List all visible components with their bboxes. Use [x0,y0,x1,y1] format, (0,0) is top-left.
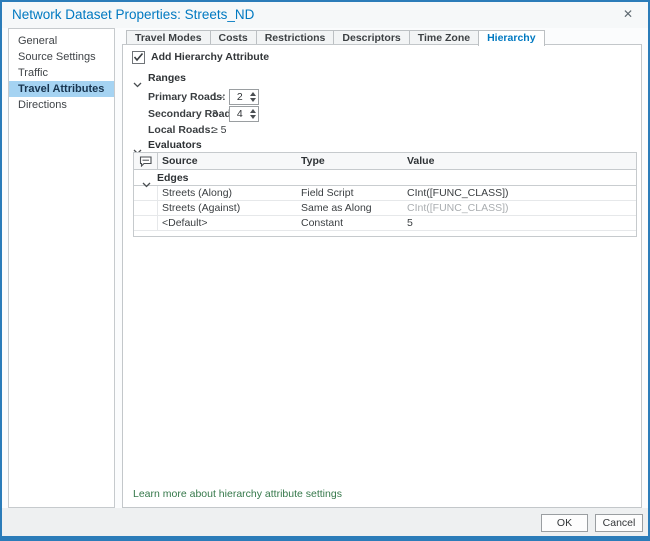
tab-hierarchy[interactable]: Hierarchy [478,30,544,46]
edges-group-row[interactable]: Edges [134,170,636,186]
evaluator-comment-icon [134,153,158,169]
secondary-roads-range-start: 3 - [212,108,224,120]
add-hierarchy-attribute-checkbox[interactable] [132,51,145,64]
sidebar: General Source Settings Traffic Travel A… [8,28,115,508]
local-roads-label: Local Roads: [148,124,212,136]
cell-type[interactable]: Field Script [301,187,407,199]
cell-source[interactable]: Streets (Against) [158,202,301,214]
chevron-down-icon [133,75,142,81]
table-row[interactable]: <Default> Constant 5 [134,216,636,231]
secondary-roads-label: Secondary Roads: [148,108,212,120]
row-icon-cell [134,216,158,230]
close-icon[interactable]: ✕ [620,2,636,28]
edges-group-label: Edges [157,172,189,184]
table-row[interactable]: Streets (Against) Same as Along CInt([FU… [134,201,636,216]
network-dataset-properties-dialog: Network Dataset Properties: Streets_ND ✕… [0,0,650,541]
sidebar-item-directions[interactable]: Directions [9,97,114,113]
tab-time-zone[interactable]: Time Zone [409,30,479,45]
spinner-arrows[interactable] [249,92,258,102]
sidebar-item-general[interactable]: General [9,33,114,49]
spinner-down-icon[interactable] [250,115,256,119]
chevron-down-icon [142,175,151,181]
column-header-value[interactable]: Value [407,155,636,167]
spinner-down-icon[interactable] [250,98,256,102]
cell-source[interactable]: <Default> [158,217,301,229]
tab-costs[interactable]: Costs [210,30,257,45]
tab-travel-modes[interactable]: Travel Modes [126,30,211,45]
local-roads-range-value: ≥ 5 [212,124,227,136]
cell-value[interactable]: CInt([FUNC_CLASS]) [407,187,636,199]
row-icon-cell [134,201,158,215]
evaluators-section-title: Evaluators [148,139,202,151]
primary-roads-value[interactable]: 2 [230,91,249,103]
evaluators-table: Source Type Value Edges Streets (Along) … [133,152,637,237]
spinner-up-icon[interactable] [250,109,256,113]
evaluators-table-header: Source Type Value [134,153,636,170]
tab-restrictions[interactable]: Restrictions [256,30,335,45]
column-header-source[interactable]: Source [158,155,301,167]
local-roads-row: Local Roads: ≥ 5 [148,122,227,138]
sidebar-item-travel-attributes[interactable]: Travel Attributes [9,81,114,97]
sidebar-item-source-settings[interactable]: Source Settings [9,49,114,65]
cell-source[interactable]: Streets (Along) [158,187,301,199]
hierarchy-help-link[interactable]: Learn more about hierarchy attribute set… [133,488,342,500]
cell-type[interactable]: Same as Along [301,202,407,214]
table-row[interactable]: Streets (Along) Field Script CInt([FUNC_… [134,186,636,201]
dialog-title: Network Dataset Properties: Streets_ND [12,2,254,28]
primary-roads-range-start: 1 - [212,91,224,103]
spinner-up-icon[interactable] [250,92,256,96]
add-hierarchy-attribute-row: Add Hierarchy Attribute [132,50,269,64]
cancel-button[interactable]: Cancel [595,514,643,532]
ranges-section-header[interactable]: Ranges [133,71,186,85]
primary-roads-row: Primary Roads: 1 - 2 [148,89,259,105]
checkmark-icon [133,52,144,62]
cell-value[interactable]: 5 [407,217,636,229]
column-header-type[interactable]: Type [301,155,407,167]
tab-descriptors[interactable]: Descriptors [333,30,409,45]
sidebar-item-traffic[interactable]: Traffic [9,65,114,81]
cell-value[interactable]: CInt([FUNC_CLASS]) [407,202,636,214]
row-icon-cell [134,186,158,200]
add-hierarchy-attribute-label: Add Hierarchy Attribute [151,51,269,63]
secondary-roads-row: Secondary Roads: 3 - 4 [148,106,259,122]
cell-type[interactable]: Constant [301,217,407,229]
secondary-roads-value[interactable]: 4 [230,108,249,120]
spinner-arrows[interactable] [249,109,258,119]
ok-button[interactable]: OK [541,514,588,532]
secondary-roads-spinner[interactable]: 4 [229,106,259,122]
evaluators-section-header[interactable]: Evaluators [133,138,202,152]
primary-roads-spinner[interactable]: 2 [229,89,259,105]
chevron-down-icon [133,142,142,148]
ranges-section-title: Ranges [148,72,186,84]
primary-roads-label: Primary Roads: [148,91,212,103]
